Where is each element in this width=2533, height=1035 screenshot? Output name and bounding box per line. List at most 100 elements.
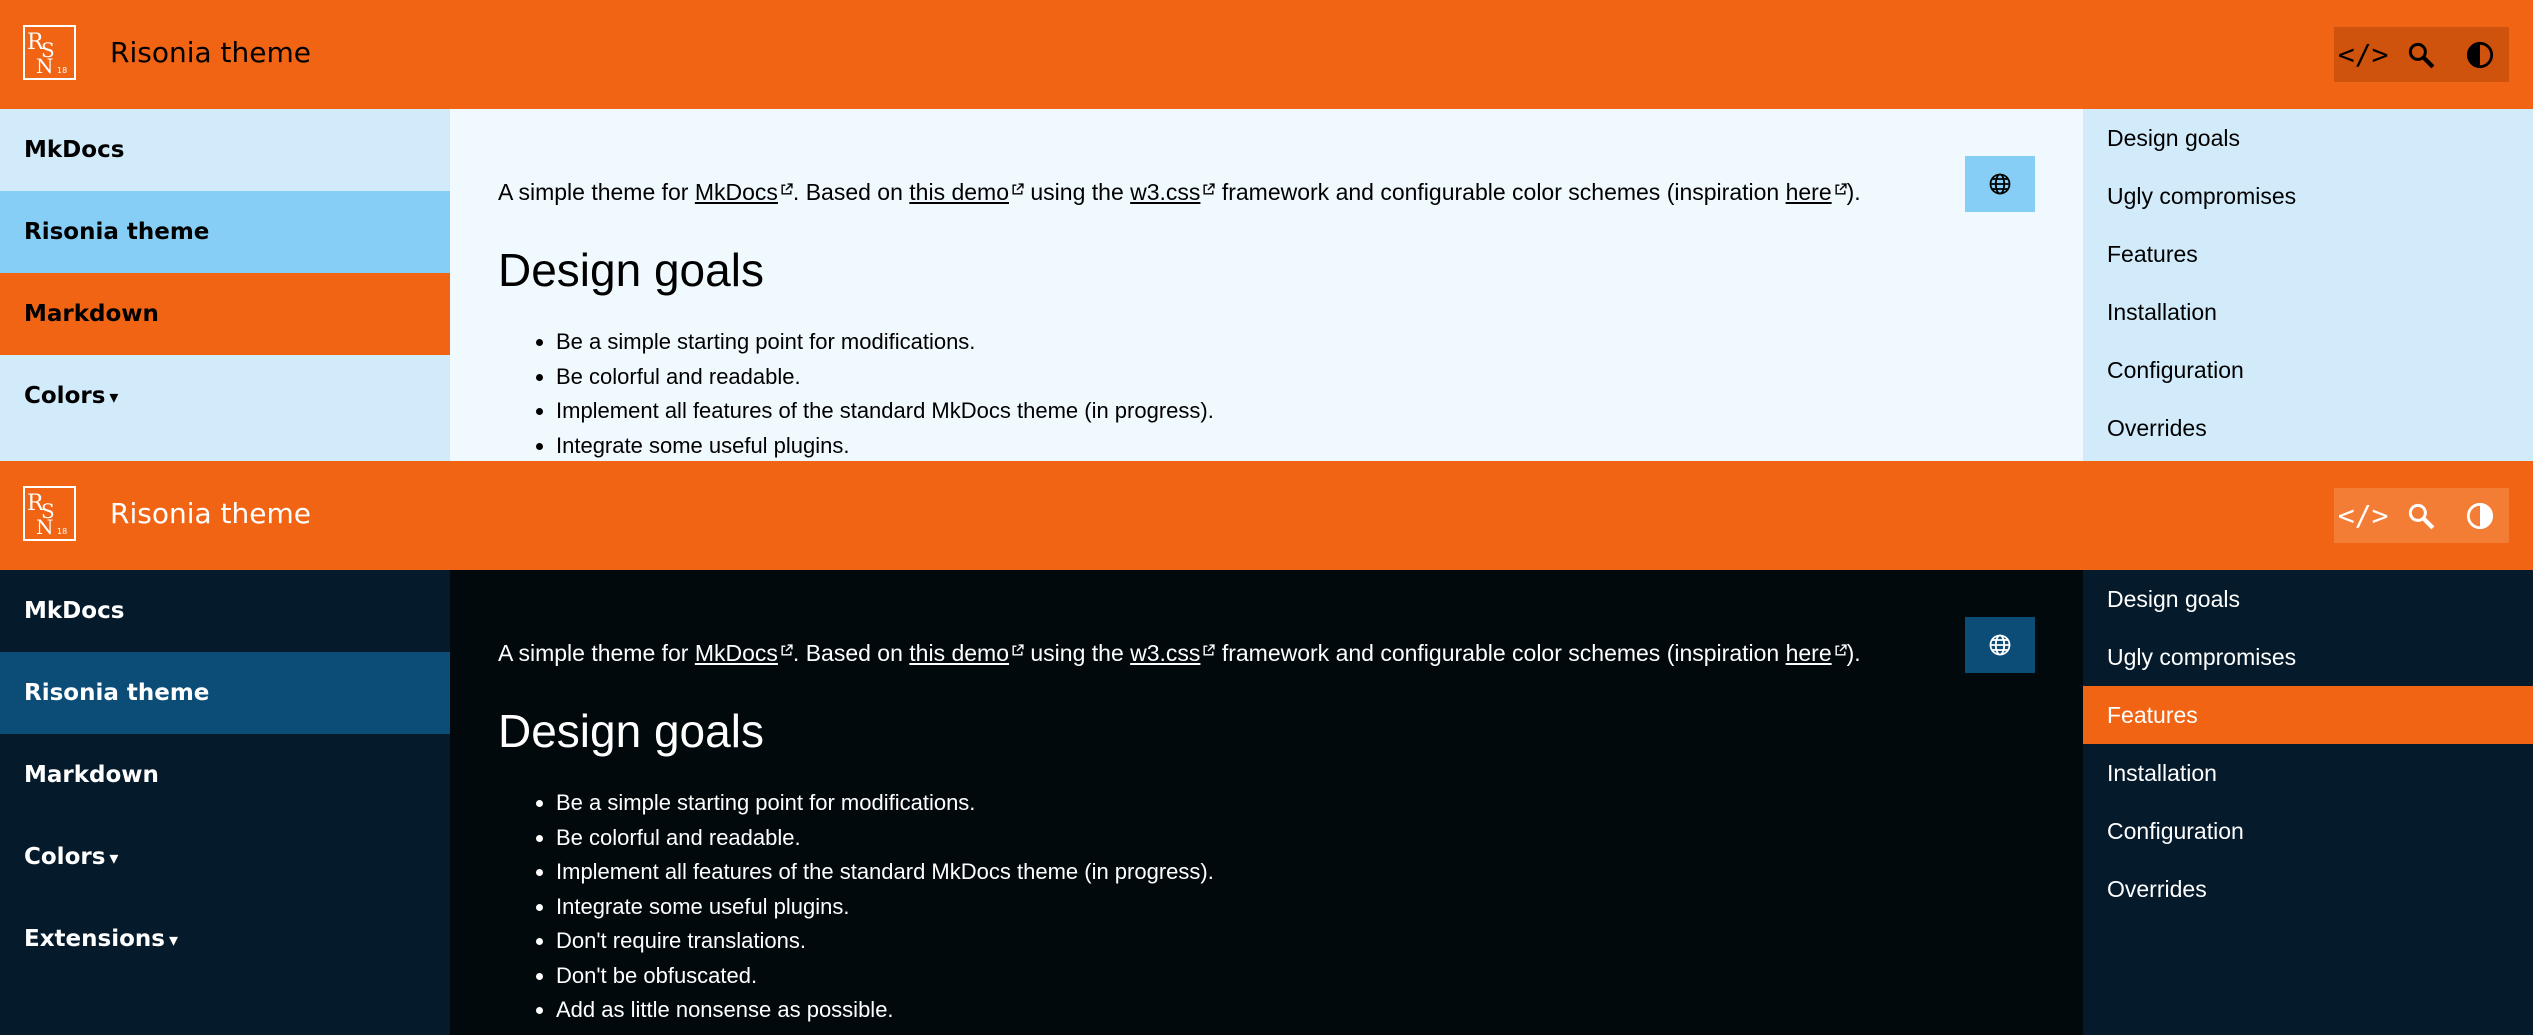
link-text: w3.css [1130, 179, 1201, 205]
nav-item-markdown[interactable]: Markdown [0, 273, 450, 355]
nav-item-label: MkDocs [24, 137, 125, 163]
list-item: Be a simple starting point for modificat… [556, 786, 1214, 821]
intro-text: framework and configurable color schemes… [1215, 640, 1786, 666]
design-goals-list: Be a simple starting point for modificat… [498, 325, 1214, 461]
rsn-logo-icon[interactable] [23, 486, 76, 541]
toc-item-installation[interactable]: Installation [2083, 744, 2533, 802]
intro-text: A simple theme for [498, 179, 695, 205]
nav-item-extensions[interactable]: Extensions ▾ [0, 898, 450, 980]
nav-item-colors[interactable]: Colors ▾ [0, 816, 450, 898]
nav-item-label: Risonia theme [24, 219, 210, 245]
nav-item-colors[interactable]: Colors ▾ [0, 355, 450, 437]
w3css-link[interactable]: w3.css [1130, 179, 1215, 205]
site-title[interactable]: Risonia theme [110, 0, 311, 105]
intro-text: ). [1846, 179, 1861, 205]
caret-down-icon: ▾ [109, 848, 119, 869]
light-theme-preview: Risonia theme </> MkDocs Risonia theme M… [0, 0, 2533, 461]
toc-item-design-goals[interactable]: Design goals [2083, 109, 2533, 167]
list-item: Be colorful and readable. [556, 821, 1214, 856]
external-link-icon [780, 644, 793, 657]
list-item: Implement all features of the standard M… [556, 855, 1214, 890]
intro-text: . Based on [792, 640, 910, 666]
contrast-toggle-icon [2466, 502, 2493, 529]
top-bar: Risonia theme </> [0, 0, 2533, 109]
design-goals-list: Be a simple starting point for modificat… [498, 786, 1214, 1028]
nav-item-label: Colors [24, 844, 106, 870]
nav-item-mkdocs[interactable]: MkDocs [0, 109, 450, 191]
list-item: Add as little nonsense as possible. [556, 993, 1214, 1028]
nav-item-risonia-theme[interactable]: Risonia theme [0, 652, 450, 734]
nav-item-label: Risonia theme [24, 680, 210, 706]
intro-paragraph: A simple theme for MkDocs . Based on this… [498, 640, 1861, 667]
main-content: A simple theme for MkDocs . Based on this… [450, 109, 2083, 461]
search-button[interactable] [2395, 29, 2447, 81]
list-item: Be colorful and readable. [556, 360, 1214, 395]
inspiration-link[interactable]: here [1786, 179, 1847, 205]
list-item: Integrate some useful plugins. [556, 890, 1214, 925]
page-heading: Design goals [498, 244, 764, 296]
toolbar: </> [2334, 488, 2509, 543]
sidebar-nav: MkDocs Risonia theme Markdown Colors ▾ Ex… [0, 570, 450, 1035]
intro-text: using the [1024, 179, 1131, 205]
external-link-icon [1011, 183, 1024, 196]
list-item: Implement all features of the standard M… [556, 394, 1214, 429]
intro-text: ). [1846, 640, 1861, 666]
caret-down-icon: ▾ [168, 930, 179, 951]
link-text: MkDocs [694, 179, 778, 205]
contrast-toggle-button[interactable] [2454, 490, 2506, 542]
nav-item-markdown[interactable]: Markdown [0, 734, 450, 816]
language-button[interactable] [1965, 617, 2035, 673]
demo-link[interactable]: this demo [909, 179, 1024, 205]
mkdocs-link[interactable]: MkDocs [695, 640, 793, 666]
code-button[interactable]: </> [2337, 490, 2389, 542]
list-item: Be a simple starting point for modificat… [556, 325, 1214, 360]
nav-item-risonia-theme[interactable]: Risonia theme [0, 191, 450, 273]
nav-item-mkdocs[interactable]: MkDocs [0, 570, 450, 652]
toc-item-installation[interactable]: Installation [2083, 283, 2533, 341]
inspiration-link[interactable]: here [1786, 640, 1847, 666]
toc-item-features[interactable]: Features [2083, 225, 2533, 283]
toc-item-overrides[interactable]: Overrides [2083, 860, 2533, 918]
toc-item-ugly-compromises[interactable]: Ugly compromises [2083, 167, 2533, 225]
link-text: here [1785, 640, 1832, 666]
toc-item-overrides[interactable]: Overrides [2083, 399, 2533, 457]
nav-item-label: Colors [24, 383, 106, 409]
main-content: A simple theme for MkDocs . Based on this… [450, 570, 2083, 1035]
sidebar-nav: MkDocs Risonia theme Markdown Colors ▾ [0, 109, 450, 461]
contrast-toggle-icon [2466, 41, 2493, 68]
link-text: here [1785, 179, 1832, 205]
intro-paragraph: A simple theme for MkDocs . Based on this… [498, 179, 1861, 206]
code-icon: </> [2337, 499, 2389, 532]
list-item: Don't be obfuscated. [556, 959, 1214, 994]
table-of-contents: Design goals Ugly compromises Features I… [2083, 570, 2533, 1035]
rsn-logo-icon[interactable] [23, 25, 76, 80]
toolbar: </> [2334, 27, 2509, 82]
code-button[interactable]: </> [2337, 29, 2389, 81]
link-text: this demo [909, 179, 1009, 205]
code-icon: </> [2337, 38, 2389, 71]
toc-item-ugly-compromises[interactable]: Ugly compromises [2083, 628, 2533, 686]
toc-item-features[interactable]: Features [2083, 686, 2533, 744]
external-link-icon [1834, 183, 1847, 196]
w3css-link[interactable]: w3.css [1130, 640, 1215, 666]
contrast-toggle-button[interactable] [2454, 29, 2506, 81]
dark-theme-preview: Risonia theme </> MkDocs Risonia theme M… [0, 461, 2533, 1035]
toc-item-configuration[interactable]: Configuration [2083, 341, 2533, 399]
external-link-icon [1202, 183, 1215, 196]
search-button[interactable] [2395, 490, 2447, 542]
link-text: MkDocs [694, 640, 778, 666]
toc-item-design-goals[interactable]: Design goals [2083, 570, 2533, 628]
globe-icon [1989, 634, 2011, 656]
external-link-icon [1834, 644, 1847, 657]
nav-item-label: MkDocs [24, 598, 125, 624]
demo-link[interactable]: this demo [909, 640, 1024, 666]
site-title[interactable]: Risonia theme [110, 461, 311, 566]
intro-text: . Based on [792, 179, 910, 205]
link-text: w3.css [1130, 640, 1201, 666]
intro-text: framework and configurable color schemes… [1215, 179, 1786, 205]
search-icon [2409, 42, 2435, 68]
intro-text: using the [1024, 640, 1131, 666]
language-button[interactable] [1965, 156, 2035, 212]
mkdocs-link[interactable]: MkDocs [695, 179, 793, 205]
toc-item-configuration[interactable]: Configuration [2083, 802, 2533, 860]
